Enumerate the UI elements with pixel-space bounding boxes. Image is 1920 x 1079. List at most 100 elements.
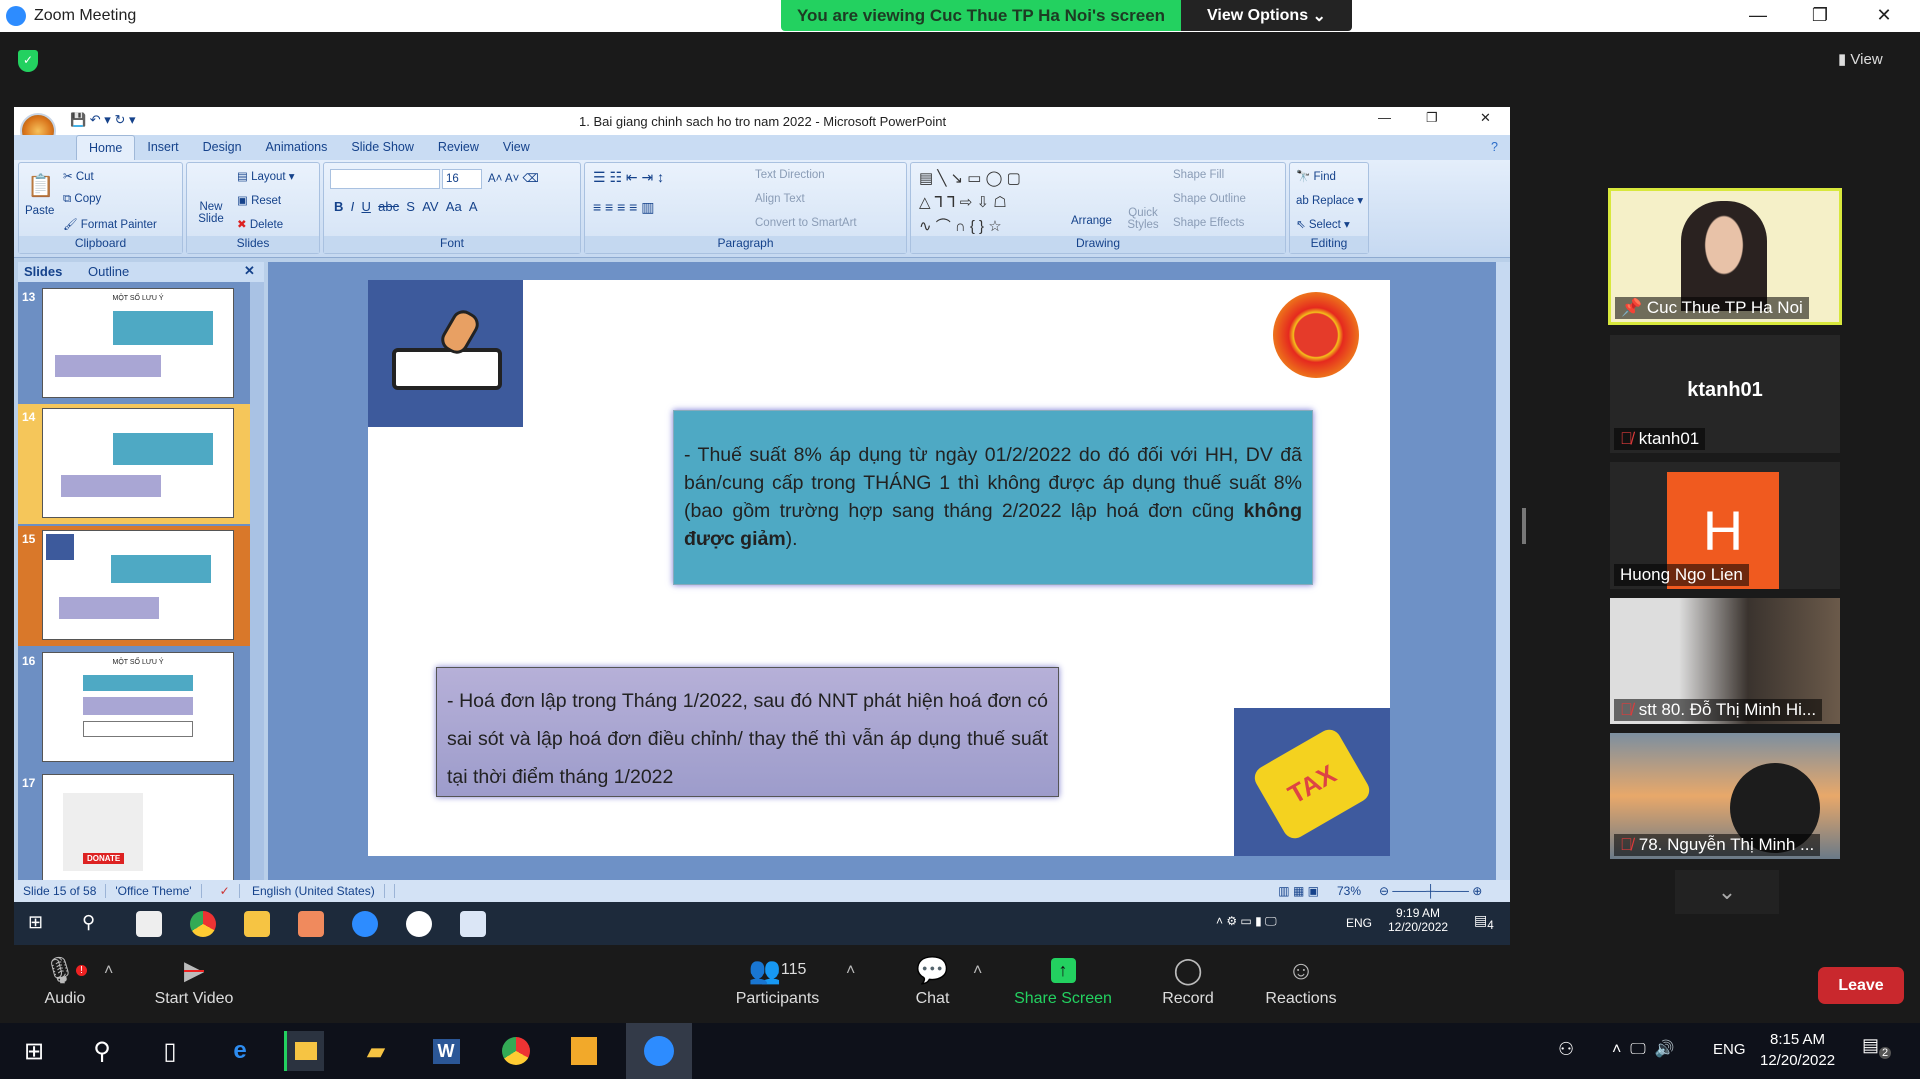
format-painter-button[interactable]: 🖌 Format Painter [63,217,157,231]
reactions-button[interactable]: ☺ Reactions [1260,950,1342,1023]
layout-button[interactable]: ▤ Layout ▾ [237,169,295,183]
chrome-icon[interactable] [190,911,216,937]
panel-scrollbar[interactable] [250,282,264,880]
delete-button[interactable]: ✖ Delete [237,217,283,231]
word-icon[interactable]: W [426,1031,466,1071]
notification-icon[interactable]: ▤4 [1474,912,1494,932]
tab-design[interactable]: Design [191,135,254,160]
panel-resize-handle[interactable] [1522,508,1526,544]
shape-outline-button[interactable]: Shape Outline [1173,193,1246,205]
leave-button[interactable]: Leave [1818,967,1904,1004]
file-explorer-icon[interactable] [284,1031,324,1071]
outlook-icon[interactable] [564,1031,604,1071]
tab-insert[interactable]: Insert [135,135,190,160]
view-button[interactable]: ▮ View [1838,50,1883,68]
tray-clock[interactable]: 9:19 AM 12/20/2022 [1388,906,1448,934]
powerpoint-icon[interactable] [298,911,324,937]
quick-access-toolbar[interactable]: 💾 ↶ ▾ ↻ ▾ [70,112,135,128]
people-icon[interactable]: ⚇ [1558,1039,1574,1060]
word-icon[interactable] [460,911,486,937]
file-explorer-icon[interactable] [244,911,270,937]
shape-fill-button[interactable]: Shape Fill [1173,169,1224,181]
tray-language[interactable]: ENG [1713,1041,1746,1058]
select-button[interactable]: ⇖ Select ▾ [1296,217,1350,231]
language[interactable]: ✓ English (United States) [202,884,395,898]
align-buttons[interactable]: ≡ ≡ ≡ ≡ ▥ [593,199,654,216]
store-icon[interactable] [136,911,162,937]
internet-explorer-icon[interactable]: e [220,1031,260,1071]
replace-button[interactable]: ab Replace ▾ [1296,193,1363,207]
reset-button[interactable]: ▣ Reset [237,193,281,207]
font-name-select[interactable] [330,169,440,189]
notification-icon[interactable]: ▤ 2 [1862,1035,1892,1059]
participants-button[interactable]: 👥 115 Participants [730,950,825,1023]
participants-options-caret[interactable]: ˄ [846,962,855,980]
ppt-minimize-button[interactable]: — [1378,110,1391,125]
close-button[interactable]: ✕ [1854,0,1914,30]
task-view-icon[interactable]: ▯ [150,1031,190,1071]
record-button[interactable]: ◯ Record [1158,950,1218,1023]
font-size-select[interactable]: 16 [442,169,482,189]
participant-tile-spotlight[interactable]: 📌 Cuc Thue TP Ha Noi [1608,188,1842,325]
start-icon[interactable]: ⊞ [14,1031,54,1071]
zoom-icon[interactable] [352,911,378,937]
minimize-button[interactable]: — [1728,0,1788,30]
tab-slide-show[interactable]: Slide Show [339,135,426,160]
text-box-tax-rate[interactable]: - Thuế suất 8% áp dụng từ ngày 01/2/2022… [673,410,1313,585]
clock[interactable]: 8:15 AM 12/20/2022 [1760,1029,1835,1071]
cut-button[interactable]: ✂ Cut [63,169,94,183]
restore-button[interactable]: ❐ [1790,0,1850,30]
paste-button[interactable]: Paste [25,205,54,217]
tray-icons[interactable]: ˄ ⚙ ▭ ▮ 🖵 [1216,914,1277,929]
tab-slides[interactable]: Slides [24,264,62,279]
copy-button[interactable]: ⧉ Copy [63,193,101,206]
zoom-slider[interactable]: ⊖ ────┼──── ⊕ [1370,884,1510,898]
start-video-button[interactable]: ▶ Start Video [148,950,240,1023]
zoom-level[interactable]: 73% [1328,884,1370,898]
font-grow-shrink-buttons[interactable]: A˄ A˅ ⌫ [488,171,539,185]
find-button[interactable]: 🔭 Find [1296,169,1336,183]
security-shield-icon[interactable]: ✓ [18,50,38,72]
arrange-button[interactable]: Arrange [1071,215,1112,227]
tab-review[interactable]: Review [426,135,491,160]
participant-tile[interactable]: ktanh01 🎙̸ ktanh01 [1610,335,1840,453]
tab-animations[interactable]: Animations [254,135,340,160]
audio-options-caret[interactable]: ˄ [104,962,113,980]
panel-close-icon[interactable]: ✕ [244,263,255,279]
shapes-gallery[interactable]: ▤ ╲ ↘ ▭ ◯ ▢ △ ⅂ ⅂ ⇨ ⇩ ☖ ∿ ⌒ ∩ { } ☆ [919,167,1021,239]
help-icon[interactable]: ? [1479,135,1510,160]
audio-button[interactable]: 🎙! Audio [30,950,100,1023]
shape-effects-button[interactable]: Shape Effects [1173,217,1244,229]
zalo-icon[interactable] [406,911,432,937]
share-screen-button[interactable]: ↑ Share Screen [1010,950,1116,1023]
participant-tile[interactable]: 🎙̸ stt 80. Đỗ Thị Minh Hi... [1610,598,1840,724]
tab-outline[interactable]: Outline [88,264,129,279]
start-icon[interactable]: ⊞ [28,912,43,933]
slide-thumbnail[interactable]: 16 MỘT SỐ LƯU Ý [18,648,250,768]
text-direction-button[interactable]: Text Direction [755,169,825,181]
tab-view[interactable]: View [491,135,542,160]
chat-button[interactable]: 💬 Chat [905,950,960,1023]
tray-icons[interactable]: ˄ 🖵 🔊 [1612,1039,1674,1059]
search-icon[interactable]: ⚲ [82,1031,122,1071]
quick-styles-button[interactable]: Quick Styles [1125,207,1161,231]
convert-smartart-button[interactable]: Convert to SmartArt [755,217,857,229]
participant-tile[interactable]: 🎙̸ 78. Nguyễn Thị Minh ... [1610,733,1840,859]
slide-scrollbar[interactable] [1496,262,1510,880]
search-icon[interactable]: ⚲ [82,912,95,933]
chrome-icon[interactable] [496,1031,536,1071]
list-buttons[interactable]: ☰ ☷ ⇤ ⇥ ↕ [593,169,664,186]
align-text-button[interactable]: Align Text [755,193,805,205]
view-buttons[interactable]: ▥ ▦ ▣ [1269,884,1328,898]
font-format-buttons[interactable]: B I U abc S AV Aa A [334,199,478,214]
ppt-restore-button[interactable]: ❐ [1426,110,1438,126]
slide-thumbnail[interactable]: 14 [18,404,250,524]
ppt-close-button[interactable]: ✕ [1480,110,1491,126]
slide-thumbnail[interactable]: 17 DONATE [18,770,250,890]
chat-options-caret[interactable]: ˄ [973,962,982,980]
sublime-icon[interactable]: ▰ [356,1031,396,1071]
text-box-invoice[interactable]: - Hoá đơn lập trong Tháng 1/2022, sau đó… [436,667,1059,797]
slide-thumbnail[interactable]: 13 MỘT SỐ LƯU Ý [18,284,250,404]
scroll-down-chevron-icon[interactable]: ⌄ [1675,870,1779,914]
view-options-button[interactable]: View Options ⌄ [1181,0,1352,31]
